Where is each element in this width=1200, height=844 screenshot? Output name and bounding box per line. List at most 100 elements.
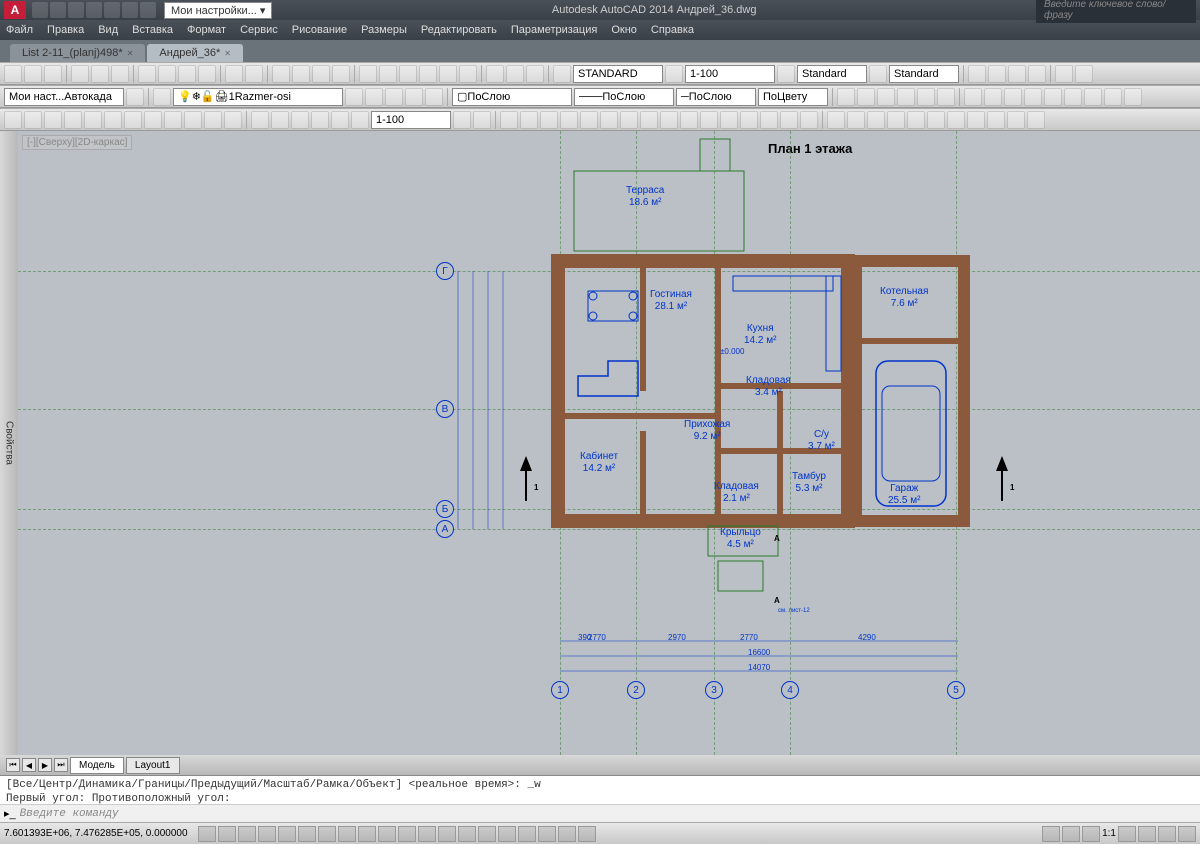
status-button[interactable] [1082, 826, 1100, 842]
point-button[interactable] [224, 111, 242, 129]
trim-button[interactable] [680, 111, 698, 129]
lwt-button[interactable] [358, 826, 376, 842]
tool-button[interactable] [405, 88, 423, 106]
lineweight-select[interactable]: ─ ПоСлою [676, 88, 756, 106]
dim-linear-button[interactable] [827, 111, 845, 129]
tool-button[interactable] [345, 88, 363, 106]
workspace-selector[interactable]: Мои настройки... ▾ [164, 2, 272, 19]
tool-button[interactable] [968, 65, 986, 83]
tool-button[interactable] [385, 88, 403, 106]
tool-button[interactable] [1055, 65, 1073, 83]
undo-button[interactable] [225, 65, 243, 83]
dyn-button[interactable] [338, 826, 356, 842]
copy-button[interactable] [520, 111, 538, 129]
status-button[interactable] [1178, 826, 1196, 842]
menu-edit[interactable]: Правка [47, 24, 84, 36]
text-style-select[interactable]: STANDARD [573, 65, 663, 83]
drawing-canvas[interactable]: [-][Сверху][2D-каркас] План 1 этажа Г В … [18, 131, 1200, 755]
close-icon[interactable]: ✕ [224, 49, 231, 58]
ortho-button[interactable] [238, 826, 256, 842]
tool-button[interactable] [1075, 65, 1093, 83]
gradient-button[interactable] [144, 111, 162, 129]
tool-button[interactable] [877, 88, 895, 106]
array-button[interactable] [580, 111, 598, 129]
status-button[interactable] [1118, 826, 1136, 842]
tolerance-button[interactable] [987, 111, 1005, 129]
hatch-button[interactable] [124, 111, 142, 129]
ellipse-button[interactable] [104, 111, 122, 129]
tool-button[interactable] [331, 111, 349, 129]
properties-panel-tab[interactable]: Свойства [0, 131, 18, 755]
new-button[interactable] [4, 65, 22, 83]
tool-button[interactable] [869, 65, 887, 83]
dim-continue-button[interactable] [927, 111, 945, 129]
mirror-button[interactable] [540, 111, 558, 129]
markup-button[interactable] [439, 65, 457, 83]
tool-button[interactable] [251, 111, 269, 129]
search-box[interactable]: Введите ключевое слово/фразу [1036, 0, 1196, 23]
open-button[interactable] [24, 65, 42, 83]
menu-tools[interactable]: Сервис [240, 24, 278, 36]
zoom-window-button[interactable] [312, 65, 330, 83]
status-button[interactable] [1062, 826, 1080, 842]
chamfer-button[interactable] [760, 111, 778, 129]
new-icon[interactable] [32, 2, 48, 18]
extend-button[interactable] [700, 111, 718, 129]
tool-button[interactable] [964, 88, 982, 106]
viewport-label[interactable]: [-][Сверху][2D-каркас] [22, 135, 132, 150]
menu-parametric[interactable]: Параметризация [511, 24, 597, 36]
match-button[interactable] [198, 65, 216, 83]
standard-select[interactable]: Standard [889, 65, 959, 83]
otrack-button[interactable] [298, 826, 316, 842]
tool-button[interactable] [1008, 65, 1026, 83]
sheetset-button[interactable] [419, 65, 437, 83]
qp-button[interactable] [378, 826, 396, 842]
menu-view[interactable]: Вид [98, 24, 118, 36]
tool-button[interactable] [1064, 88, 1082, 106]
publish-button[interactable] [111, 65, 129, 83]
app-logo[interactable]: A [4, 1, 26, 19]
status-button[interactable] [1158, 826, 1176, 842]
annotation-scale[interactable]: 1:1 [1102, 828, 1116, 839]
tool-button[interactable] [526, 65, 544, 83]
nav-first-button[interactable]: ⏮ [6, 758, 20, 772]
polar-button[interactable] [258, 826, 276, 842]
menu-file[interactable]: Файл [6, 24, 33, 36]
status-button[interactable] [518, 826, 536, 842]
save-icon[interactable] [68, 2, 84, 18]
zoom-previous-button[interactable] [332, 65, 350, 83]
plot-button[interactable] [71, 65, 89, 83]
nav-prev-button[interactable]: ◀ [22, 758, 36, 772]
line-button[interactable] [4, 111, 22, 129]
dim-angular-button[interactable] [867, 111, 885, 129]
menu-window[interactable]: Окно [611, 24, 637, 36]
polyline-button[interactable] [24, 111, 42, 129]
menu-draw[interactable]: Рисование [292, 24, 347, 36]
designcenter-button[interactable] [379, 65, 397, 83]
erase-button[interactable] [500, 111, 518, 129]
join-button[interactable] [740, 111, 758, 129]
dim-baseline-button[interactable] [947, 111, 965, 129]
paste-button[interactable] [178, 65, 196, 83]
centermark-button[interactable] [1007, 111, 1025, 129]
rotate-button[interactable] [620, 111, 638, 129]
tool-button[interactable] [1104, 88, 1122, 106]
rectangle-button[interactable] [84, 111, 102, 129]
tool-button[interactable] [1024, 88, 1042, 106]
break-button[interactable] [720, 111, 738, 129]
document-tab[interactable]: Андрей_36*✕ [147, 44, 243, 62]
plot-icon[interactable] [104, 2, 120, 18]
tool-button[interactable] [271, 111, 289, 129]
dim-radius-button[interactable] [887, 111, 905, 129]
mtext-button[interactable] [204, 111, 222, 129]
tool-button[interactable] [665, 65, 683, 83]
tool-button[interactable] [917, 88, 935, 106]
copy-button[interactable] [158, 65, 176, 83]
tool-button[interactable] [453, 111, 471, 129]
status-button[interactable] [498, 826, 516, 842]
tool-button[interactable] [473, 111, 491, 129]
menu-format[interactable]: Формат [187, 24, 226, 36]
nav-next-button[interactable]: ▶ [38, 758, 52, 772]
sc-button[interactable] [398, 826, 416, 842]
region-button[interactable] [164, 111, 182, 129]
